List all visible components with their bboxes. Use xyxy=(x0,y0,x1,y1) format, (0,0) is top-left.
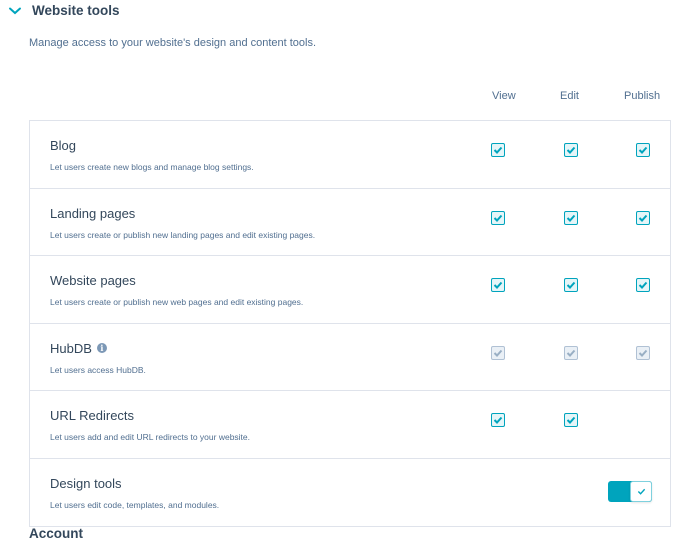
check-icon xyxy=(566,146,576,154)
row-title: Website pages xyxy=(50,273,136,288)
row-description: Let users access HubDB. xyxy=(50,364,146,375)
row-title-wrap: HubDB i xyxy=(50,341,107,356)
section-description: Manage access to your website's design a… xyxy=(29,37,317,49)
check-icon xyxy=(566,416,576,424)
hubdb-publish-checkbox xyxy=(636,345,650,360)
row-description: Let users create or publish new web page… xyxy=(50,297,304,307)
permissions-table: Blog Let users create new blogs and mana… xyxy=(29,120,671,527)
check-icon xyxy=(638,349,648,357)
landing-pages-publish-checkbox[interactable] xyxy=(636,210,650,225)
table-row-website-pages: Website pages Let users create or publis… xyxy=(30,256,670,324)
info-icon[interactable]: i xyxy=(96,343,107,353)
hubdb-edit-checkbox xyxy=(564,345,578,360)
hubdb-view-checkbox xyxy=(491,345,505,360)
row-description: Let users edit code, templates, and modu… xyxy=(50,499,220,510)
landing-pages-edit-checkbox[interactable] xyxy=(564,210,578,225)
check-icon xyxy=(637,488,645,495)
website-pages-view-checkbox[interactable] xyxy=(491,278,505,292)
blog-view-checkbox[interactable] xyxy=(491,143,505,157)
url-redirects-edit-checkbox[interactable] xyxy=(564,413,578,427)
url-redirects-view-checkbox[interactable] xyxy=(491,413,505,427)
column-header-publish: Publish xyxy=(624,90,661,102)
check-icon xyxy=(566,349,576,357)
section-toggle[interactable]: Website tools xyxy=(8,3,120,18)
landing-pages-view-checkbox[interactable] xyxy=(491,210,505,225)
toggle-knob xyxy=(630,480,652,502)
chevron-down-icon xyxy=(9,7,21,14)
check-icon xyxy=(638,214,648,222)
row-description: Let users create or publish new landing … xyxy=(50,229,316,240)
check-icon xyxy=(493,146,503,154)
row-description: Let users create new blogs and manage bl… xyxy=(50,162,254,172)
website-pages-edit-checkbox[interactable] xyxy=(564,278,578,292)
row-title: URL Redirects xyxy=(50,408,135,423)
design-tools-toggle[interactable] xyxy=(608,480,652,502)
column-header-view: View xyxy=(492,90,516,102)
check-icon xyxy=(493,281,503,289)
column-header-edit: Edit xyxy=(560,90,579,102)
blog-publish-checkbox[interactable] xyxy=(636,143,650,157)
check-icon xyxy=(493,214,503,222)
check-icon xyxy=(493,416,503,424)
check-icon xyxy=(638,146,648,154)
table-row-design-tools: Design tools Let users edit code, templa… xyxy=(30,459,670,527)
table-row-blog: Blog Let users create new blogs and mana… xyxy=(30,121,670,189)
row-title: Blog xyxy=(50,138,77,153)
check-icon xyxy=(493,349,503,357)
section-title: Website tools xyxy=(32,3,120,18)
check-icon xyxy=(638,281,648,289)
next-section-title[interactable]: Account xyxy=(29,526,83,541)
table-row-hubdb: HubDB i Let users access HubDB. xyxy=(30,324,670,391)
blog-edit-checkbox[interactable] xyxy=(564,143,578,157)
check-icon xyxy=(566,281,576,289)
row-title: Design tools xyxy=(50,475,122,491)
row-title: Landing pages xyxy=(50,205,136,221)
row-description: Let users add and edit URL redirects to … xyxy=(50,432,251,442)
table-row-landing-pages: Landing pages Let users create or publis… xyxy=(30,189,670,256)
check-icon xyxy=(566,214,576,222)
row-title: HubDB xyxy=(50,340,92,356)
website-pages-publish-checkbox[interactable] xyxy=(636,278,650,292)
table-row-url-redirects: URL Redirects Let users add and edit URL… xyxy=(30,391,670,459)
